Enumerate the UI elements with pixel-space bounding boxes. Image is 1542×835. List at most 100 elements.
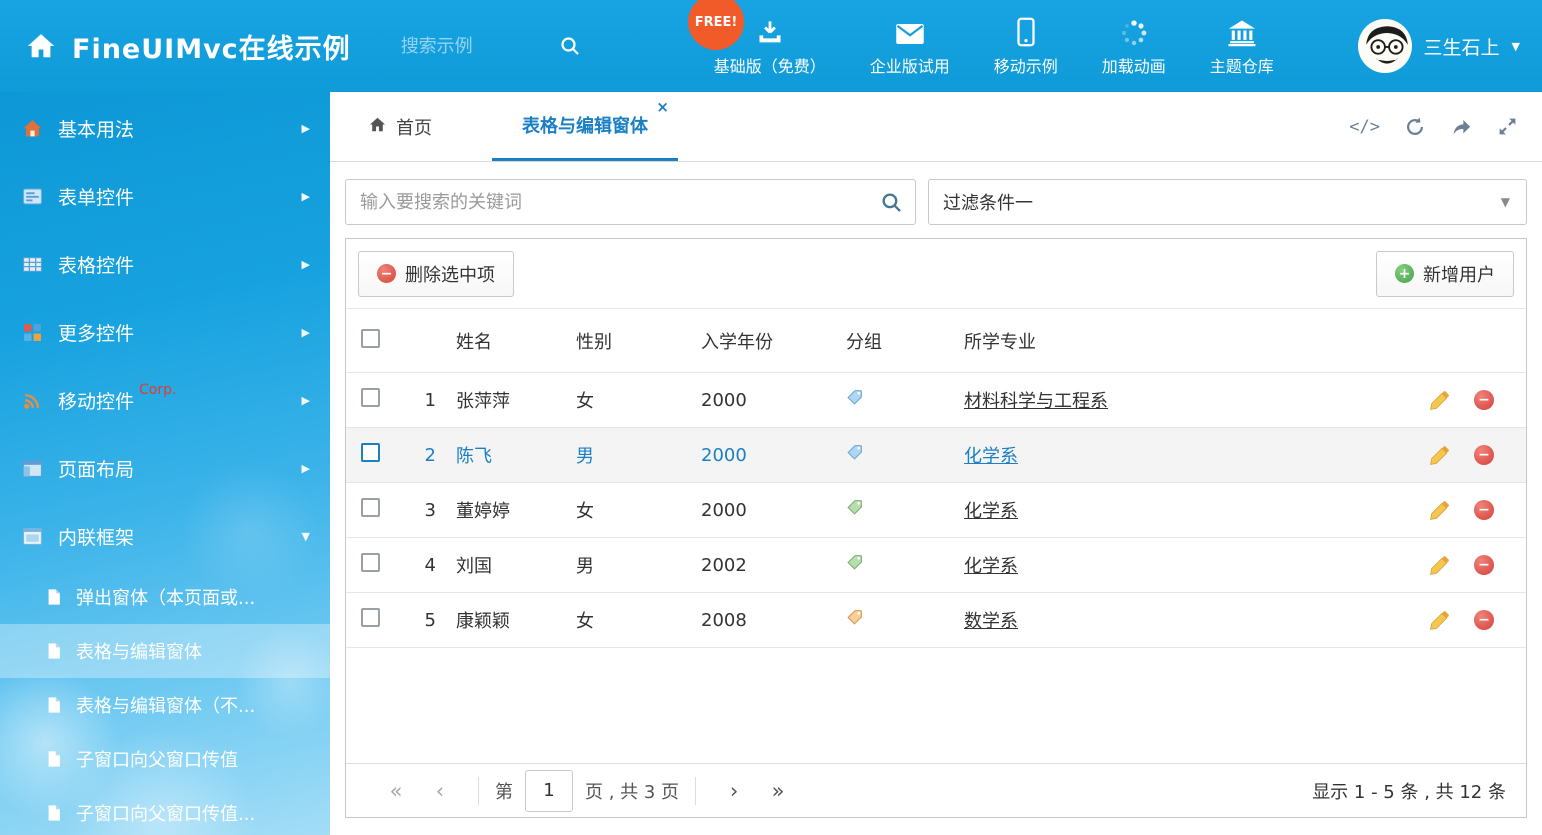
keyword-search-box[interactable] [345, 179, 916, 225]
header-search[interactable] [401, 35, 596, 57]
chevron-right-icon: ▶ [302, 122, 310, 135]
filter-dropdown-value: 过滤条件一 [943, 189, 1033, 215]
tab-label: 首页 [396, 114, 432, 140]
record-summary: 显示 1 - 5 条 , 共 12 条 [1312, 778, 1506, 804]
nav-item-loading-animation[interactable]: 加载动画 [1102, 15, 1166, 77]
sidebar-item-form-controls[interactable]: 表单控件 ▶ [0, 162, 330, 230]
chevron-right-icon: ▶ [302, 190, 310, 203]
add-user-button[interactable]: + 新增用户 [1376, 251, 1514, 297]
sidebar-item-mobile-controls[interactable]: 移动控件 Corp. ▶ [0, 366, 330, 434]
cell-year: 2008 [689, 610, 834, 631]
envelope-icon [895, 15, 925, 47]
edit-icon[interactable] [1429, 445, 1450, 466]
major-link[interactable]: 化学系 [964, 501, 1018, 522]
tag-icon [834, 554, 952, 576]
first-page-button[interactable]: « [374, 779, 418, 803]
sidebar: 基本用法 ▶ 表单控件 ▶ 表格控件 ▶ 更多控件 ▶ [0, 92, 330, 835]
major-link[interactable]: 化学系 [964, 446, 1018, 467]
edit-icon[interactable] [1429, 500, 1450, 521]
sidebar-item-grid-controls[interactable]: 表格控件 ▶ [0, 230, 330, 298]
tab-grid-edit-window[interactable]: 表格与编辑窗体 × [492, 92, 678, 161]
sidebar-subitem-child-to-parent[interactable]: 子窗口向父窗口传值 [0, 732, 330, 786]
tab-home[interactable]: 首页 [360, 92, 440, 161]
app-title: FineUIMvc在线示例 [72, 27, 351, 66]
major-link[interactable]: 化学系 [964, 556, 1018, 577]
sidebar-subitem-popup-window[interactable]: 弹出窗体（本页面或... [0, 570, 330, 624]
delete-icon[interactable]: − [1474, 555, 1494, 575]
grid-toolbar: − 删除选中项 + 新增用户 [346, 239, 1526, 309]
cell-year: 2000 [689, 390, 834, 411]
sidebar-item-more-controls[interactable]: 更多控件 ▶ [0, 298, 330, 366]
nav-label: 移动示例 [994, 53, 1058, 77]
edit-icon[interactable] [1429, 555, 1450, 576]
row-checkbox[interactable] [361, 553, 380, 572]
sidebar-item-iframe[interactable]: 内联框架 ▼ [0, 502, 330, 570]
pager-divider [478, 777, 479, 805]
code-icon[interactable]: </> [1349, 117, 1380, 137]
table-row-selected[interactable]: 2 陈飞 男 2000 化学系 − [346, 428, 1526, 483]
delete-icon[interactable]: − [1474, 610, 1494, 630]
keyword-search-input[interactable] [346, 180, 915, 224]
last-page-button[interactable]: » [756, 779, 800, 803]
table-icon [22, 254, 44, 275]
row-checkbox[interactable] [361, 443, 380, 462]
column-header-major[interactable]: 所学专业 [952, 328, 1386, 354]
table-row[interactable]: 5 康颖颖 女 2008 数学系 − [346, 593, 1526, 648]
main-content: 首页 表格与编辑窗体 × </> [330, 92, 1542, 835]
mobile-icon [1016, 15, 1036, 47]
table-row[interactable]: 3 董婷婷 女 2000 化学系 − [346, 483, 1526, 538]
delete-icon[interactable]: − [1474, 445, 1494, 465]
sidebar-subitem-grid-edit-window-2[interactable]: 表格与编辑窗体（不... [0, 678, 330, 732]
user-menu[interactable]: 三生石上 ▼ [1358, 19, 1520, 73]
house-icon [22, 118, 44, 139]
share-icon[interactable] [1450, 116, 1473, 138]
column-header-gender[interactable]: 性别 [564, 328, 689, 354]
next-page-button[interactable]: › [712, 779, 756, 803]
column-header-year[interactable]: 入学年份 [689, 328, 834, 354]
close-icon[interactable]: × [656, 100, 669, 115]
row-checkbox[interactable] [361, 608, 380, 627]
home-icon[interactable] [26, 31, 56, 61]
filter-dropdown[interactable]: 过滤条件一 ▼ [928, 179, 1527, 225]
nav-item-enterprise-trial[interactable]: 企业版试用 [870, 15, 950, 77]
sidebar-item-basic-usage[interactable]: 基本用法 ▶ [0, 94, 330, 162]
prev-page-button[interactable]: ‹ [418, 779, 462, 803]
nav-item-theme-repo[interactable]: 主题仓库 [1210, 15, 1274, 77]
refresh-icon[interactable] [1404, 116, 1426, 138]
edit-icon[interactable] [1429, 390, 1450, 411]
row-checkbox[interactable] [361, 388, 380, 407]
search-icon[interactable] [880, 191, 903, 218]
sidebar-subitem-child-to-parent-2[interactable]: 子窗口向父窗口传值... [0, 786, 330, 835]
column-header-group[interactable]: 分组 [834, 328, 952, 354]
column-header-name[interactable]: 姓名 [444, 328, 564, 354]
home-icon [368, 115, 387, 139]
cell-name: 刘国 [444, 552, 564, 578]
edit-icon[interactable] [1429, 610, 1450, 631]
search-icon[interactable] [559, 35, 581, 57]
row-checkbox[interactable] [361, 498, 380, 517]
username: 三生石上 [1424, 33, 1500, 60]
sidebar-subitem-grid-edit-window[interactable]: 表格与编辑窗体 [0, 624, 330, 678]
add-user-label: 新增用户 [1423, 261, 1495, 287]
grid-panel: − 删除选中项 + 新增用户 姓名 性别 入学年份 分组 所学专业 [345, 238, 1527, 818]
page-number-input[interactable] [525, 770, 573, 812]
major-link[interactable]: 数学系 [964, 611, 1018, 632]
delete-icon[interactable]: − [1474, 500, 1494, 520]
sidebar-item-page-layout[interactable]: 页面布局 ▶ [0, 434, 330, 502]
file-icon [45, 587, 64, 607]
chevron-down-icon: ▼ [302, 530, 310, 543]
cell-name: 康颖颖 [444, 607, 564, 633]
expand-icon[interactable] [1497, 116, 1518, 137]
major-link[interactable]: 材料科学与工程系 [964, 391, 1108, 412]
row-index: 2 [396, 445, 444, 466]
table-header-row: 姓名 性别 入学年份 分组 所学专业 [346, 309, 1526, 373]
nav-item-mobile-demo[interactable]: 移动示例 [994, 15, 1058, 77]
table-row[interactable]: 1 张萍萍 女 2000 材料科学与工程系 − [346, 373, 1526, 428]
delete-icon[interactable]: − [1474, 390, 1494, 410]
table-row[interactable]: 4 刘国 男 2002 化学系 − [346, 538, 1526, 593]
header-search-input[interactable] [401, 36, 551, 57]
tab-tools: </> [1349, 92, 1518, 161]
select-all-checkbox[interactable] [361, 329, 380, 348]
delete-selected-button[interactable]: − 删除选中项 [358, 251, 514, 297]
signal-icon [22, 390, 44, 411]
